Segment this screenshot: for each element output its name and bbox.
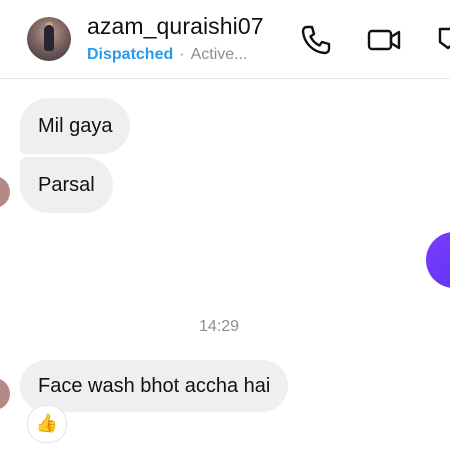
phone-icon[interactable] [298,22,334,58]
flag-icon[interactable] [434,22,450,58]
contact-username[interactable]: azam_quraishi07 [87,13,264,40]
message-bubble-incoming[interactable]: Mil gaya [20,98,131,154]
contact-avatar[interactable] [27,17,71,61]
sender-avatar[interactable] [0,378,10,410]
status-label: Dispatched [87,46,174,63]
avatar-photo-figure [44,25,54,51]
activity-status: Active... [190,46,248,63]
thumbs-up-reaction-icon[interactable]: 👍 [27,405,67,443]
video-camera-icon[interactable] [366,22,402,58]
outgoing-message-bubble[interactable] [426,232,450,288]
status-separator: · [179,46,185,63]
contact-status-line: Dispatched · Active... [87,46,247,64]
message-bubble-incoming[interactable]: Parsal [20,157,113,213]
chat-screen: azam_quraishi07 Dispatched · Active... Mil… [0,0,450,450]
chat-header: azam_quraishi07 Dispatched · Active... [0,0,450,79]
message-bubble-incoming[interactable]: Face wash bhot accha hai [20,360,289,412]
message-timestamp: 14:29 [198,318,240,335]
sender-avatar[interactable] [0,176,10,208]
